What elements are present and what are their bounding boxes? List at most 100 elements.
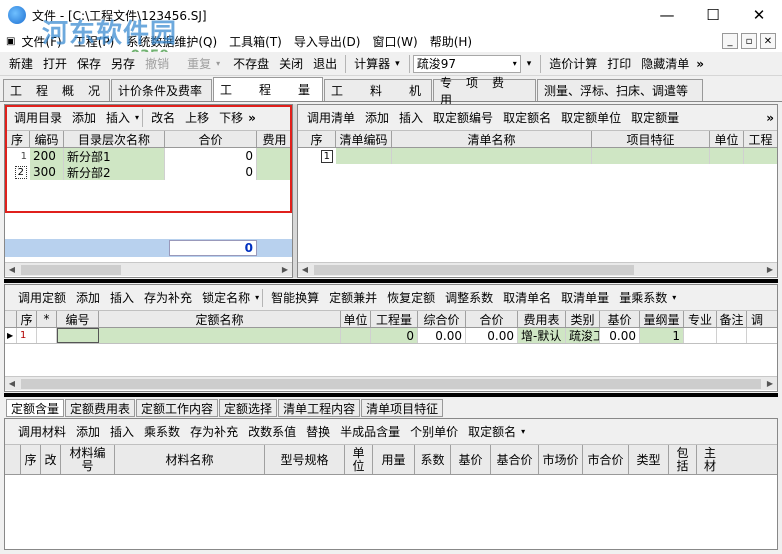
tab-labor-material-machine[interactable]: 工 料 机 bbox=[324, 79, 432, 101]
col-unit[interactable]: 单位 bbox=[710, 131, 744, 147]
row-bill-name[interactable] bbox=[392, 148, 592, 164]
tab-special-costs[interactable]: 专 项 费 用 bbox=[433, 76, 536, 107]
material-add-button[interactable]: 添加 bbox=[71, 423, 105, 440]
combo-extra-dropdown-icon[interactable]: ▾ bbox=[527, 59, 532, 69]
row-features[interactable] bbox=[592, 148, 710, 164]
multiply-coefficient-button[interactable]: 量乘系数 bbox=[614, 289, 672, 306]
replace-button[interactable]: 替换 bbox=[301, 423, 335, 440]
col-specialty[interactable]: 专业 bbox=[684, 311, 717, 327]
smart-convert-button[interactable]: 智能换算 bbox=[266, 289, 324, 306]
scroll-right-icon[interactable]: ▶ bbox=[763, 377, 777, 391]
tab-quantities[interactable]: 工 程 量 bbox=[213, 77, 323, 101]
load-catalog-button[interactable]: 调用目录 bbox=[9, 109, 67, 126]
change-factor-button[interactable]: 改数系值 bbox=[243, 423, 301, 440]
calculator-dropdown-icon[interactable]: ▾ bbox=[395, 59, 400, 69]
bill-hscrollbar[interactable]: ◀ ▶ bbox=[298, 262, 777, 276]
new-button[interactable]: 新建 bbox=[4, 55, 38, 72]
lock-name-dropdown-icon[interactable]: ▾ bbox=[255, 293, 259, 302]
take-bill-name-button[interactable]: 取清单名 bbox=[498, 289, 556, 306]
tab-pricing-conditions[interactable]: 计价条件及费率 bbox=[111, 79, 212, 101]
catalog-insert-button[interactable]: 插入 bbox=[101, 109, 135, 126]
catalog-hscrollbar[interactable]: ◀ ▶ bbox=[5, 262, 292, 276]
menu-window[interactable]: 窗口(W) bbox=[372, 33, 417, 50]
col-unit[interactable]: 单位 bbox=[341, 311, 371, 327]
col-fee-table[interactable]: 费用表 bbox=[518, 311, 566, 327]
scroll-thumb[interactable] bbox=[21, 379, 761, 389]
bill-toolbar-overflow-icon[interactable]: » bbox=[766, 111, 777, 125]
restore-quota-button[interactable]: 恢复定额 bbox=[382, 289, 440, 306]
col-dimension[interactable]: 量纲量 bbox=[640, 311, 684, 327]
quota-add-button[interactable]: 添加 bbox=[71, 289, 105, 306]
tab-bill-features[interactable]: 清单项目特征 bbox=[361, 399, 444, 417]
row-code[interactable]: 300 bbox=[30, 164, 64, 180]
calculator-button[interactable]: 计算器 bbox=[349, 55, 395, 72]
horizontal-splitter-bottom[interactable] bbox=[4, 393, 778, 397]
scroll-thumb[interactable] bbox=[21, 265, 121, 275]
tab-bill-work-content[interactable]: 清单工程内容 bbox=[278, 399, 361, 417]
scroll-right-icon[interactable]: ▶ bbox=[763, 263, 777, 277]
col-bill-code[interactable]: 清单编码 bbox=[336, 131, 392, 147]
catalog-add-button[interactable]: 添加 bbox=[67, 109, 101, 126]
col-base-total[interactable]: 基合价 bbox=[491, 445, 539, 474]
quota-insert-button[interactable]: 插入 bbox=[105, 289, 139, 306]
take-quota-name-button[interactable]: 取定额名 bbox=[498, 109, 556, 126]
row-remark[interactable] bbox=[717, 328, 747, 343]
row-quota-name[interactable] bbox=[99, 328, 341, 343]
col-usage[interactable]: 用量 bbox=[373, 445, 415, 474]
col-quantity[interactable]: 工程量 bbox=[371, 311, 418, 327]
row-adjust[interactable] bbox=[747, 328, 767, 343]
row-unit[interactable] bbox=[341, 328, 371, 343]
undo-button[interactable]: 撤销 bbox=[140, 55, 174, 72]
save-button[interactable]: 保存 bbox=[72, 55, 106, 72]
col-unit[interactable]: 单位 bbox=[345, 445, 373, 474]
table-row[interactable]: ▶ 1 0 0.00 0.00 增-默认 疏浚工 0.00 1 bbox=[5, 328, 777, 344]
multiply-factor-button[interactable]: 乘系数 bbox=[139, 423, 185, 440]
col-total[interactable]: 合价 bbox=[466, 311, 518, 327]
take-quota-code-button[interactable]: 取定额编号 bbox=[428, 109, 498, 126]
col-base-price[interactable]: 基价 bbox=[600, 311, 640, 327]
no-save-button[interactable]: 不存盘 bbox=[228, 55, 274, 72]
col-quantity[interactable]: 工程 bbox=[744, 131, 777, 147]
row-quantity[interactable] bbox=[744, 148, 777, 164]
col-factor[interactable]: 系数 bbox=[415, 445, 451, 474]
open-button[interactable]: 打开 bbox=[38, 55, 72, 72]
col-number[interactable]: 编号 bbox=[57, 311, 99, 327]
col-seq[interactable]: 序 bbox=[17, 311, 37, 327]
menu-import-export[interactable]: 导入导出(D) bbox=[294, 33, 361, 50]
col-star[interactable]: * bbox=[37, 311, 57, 327]
quota-toolbar-dropdown-icon[interactable]: ▾ bbox=[672, 293, 676, 302]
rename-button[interactable]: 改名 bbox=[146, 109, 180, 126]
table-row[interactable]: 1 200 新分部1 0 bbox=[5, 148, 292, 164]
menu-toolbox[interactable]: 工具箱(T) bbox=[229, 33, 282, 50]
row-fee[interactable] bbox=[257, 148, 292, 164]
load-quota-button[interactable]: 调用定额 bbox=[13, 289, 71, 306]
tab-quota-work-content[interactable]: 定额工作内容 bbox=[136, 399, 219, 417]
menu-project[interactable]: 工程(P) bbox=[74, 33, 115, 50]
col-material-code[interactable]: 材料编号 bbox=[61, 445, 115, 474]
row-star[interactable] bbox=[37, 328, 57, 343]
col-category[interactable]: 类别 bbox=[566, 311, 600, 327]
row-category[interactable]: 疏浚工 bbox=[566, 328, 600, 343]
scroll-left-icon[interactable]: ◀ bbox=[5, 263, 19, 277]
row-number[interactable] bbox=[57, 328, 99, 343]
col-model-spec[interactable]: 型号规格 bbox=[265, 445, 345, 474]
material-insert-button[interactable]: 插入 bbox=[105, 423, 139, 440]
col-market-total[interactable]: 市合价 bbox=[583, 445, 629, 474]
lock-name-button[interactable]: 锁定名称 bbox=[197, 289, 255, 306]
col-fee[interactable]: 费用 bbox=[257, 131, 292, 147]
row-fee-table[interactable]: 增-默认 bbox=[518, 328, 566, 343]
col-remark[interactable]: 备注 bbox=[717, 311, 747, 327]
hide-list-button[interactable]: 隐藏清单 bbox=[636, 55, 694, 72]
col-seq[interactable]: 序 bbox=[5, 131, 30, 147]
mdi-restore-button[interactable]: ▫ bbox=[741, 33, 757, 49]
mdi-minimize-button[interactable]: _ bbox=[722, 33, 738, 49]
col-modified[interactable]: 改 bbox=[41, 445, 61, 474]
col-features[interactable]: 项目特征 bbox=[592, 131, 710, 147]
material-save-supplement-button[interactable]: 存为补充 bbox=[185, 423, 243, 440]
minimize-button[interactable]: — bbox=[644, 0, 690, 30]
load-material-button[interactable]: 调用材料 bbox=[13, 423, 71, 440]
col-code[interactable]: 编码 bbox=[30, 131, 64, 147]
material-take-quota-name-button[interactable]: 取定额名 bbox=[463, 423, 521, 440]
save-as-button[interactable]: 另存 bbox=[106, 55, 140, 72]
row-dimension[interactable]: 1 bbox=[640, 328, 684, 343]
